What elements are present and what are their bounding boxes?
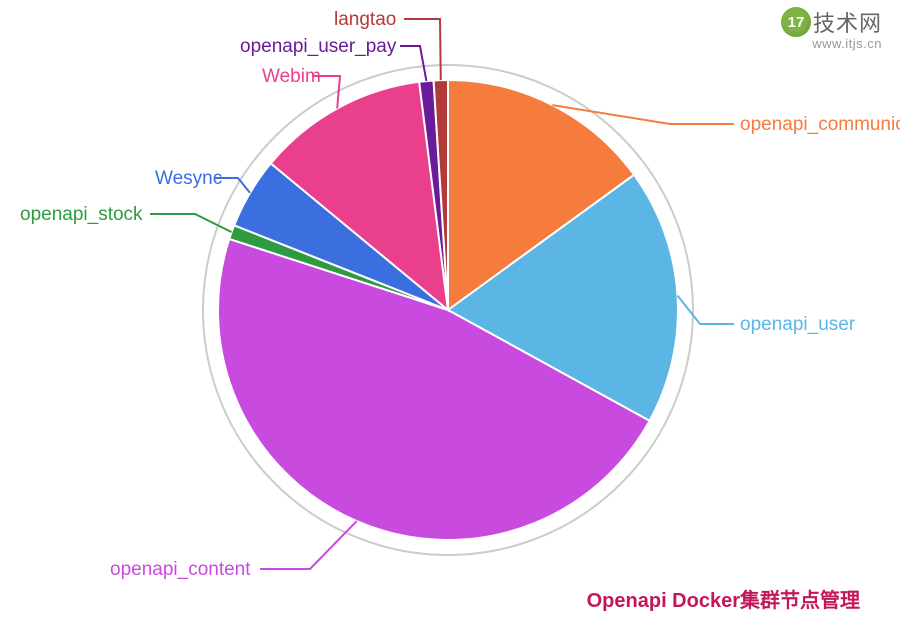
leader-line (400, 46, 426, 81)
slice-label-openapi_user_pay: openapi_user_pay (240, 36, 397, 57)
watermark-badge-icon: 17 (781, 7, 811, 37)
slice-label-Wesync: Wesync (155, 168, 222, 189)
chart-caption: Openapi Docker集群节点管理 (587, 584, 860, 613)
slice-label-openapi_communication: openapi_communication (740, 114, 900, 135)
slice-label-Webim: Webim (262, 66, 321, 87)
leader-line (404, 19, 441, 80)
leader-line (678, 296, 735, 324)
leader-line (260, 521, 357, 569)
slice-label-openapi_stock: openapi_stock (20, 204, 143, 225)
pie-chart: openapi_communicationopenapi_useropenapi… (0, 0, 900, 631)
watermark-url: www.itjs.cn (781, 36, 882, 51)
watermark-name: 技术网 (813, 6, 882, 38)
slice-label-openapi_content: openapi_content (110, 559, 251, 580)
watermark: 17 技术网 www.itjs.cn (781, 6, 882, 51)
slice-label-langtao: langtao (334, 9, 396, 30)
slice-label-openapi_user: openapi_user (740, 314, 856, 335)
